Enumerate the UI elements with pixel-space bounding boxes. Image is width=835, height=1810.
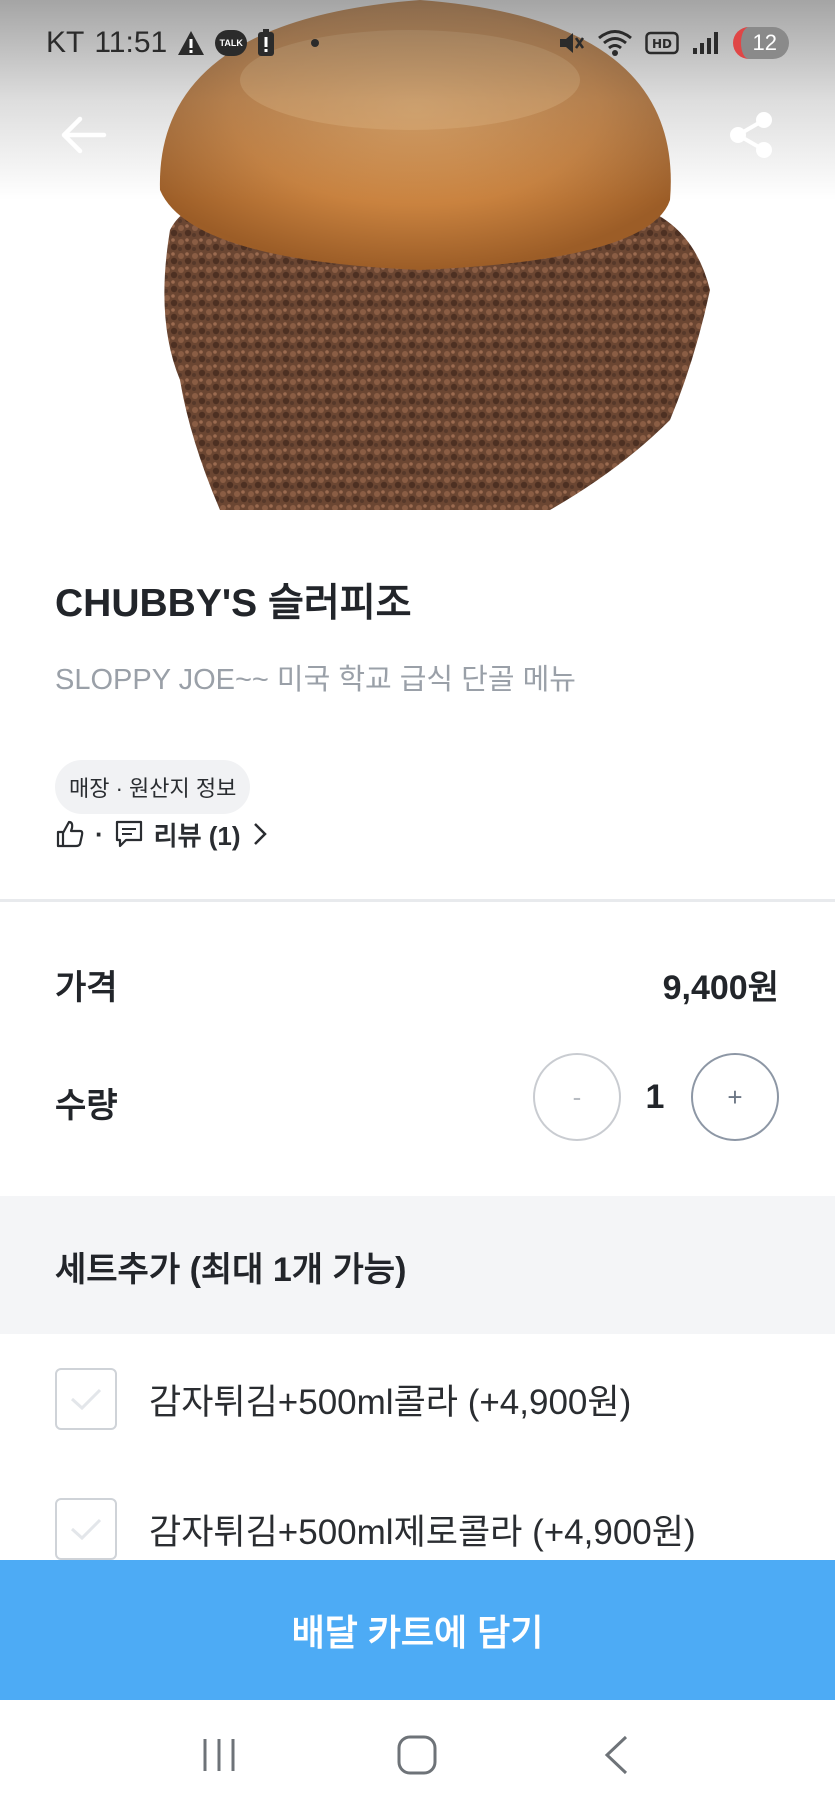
carrier-label: KT: [46, 26, 85, 59]
dot-icon: [311, 39, 320, 47]
talk-icon-label: TALK: [219, 38, 243, 48]
battery-alert-icon: [258, 29, 275, 56]
hd-icon: HD: [644, 31, 679, 55]
like-review-row: · 리뷰 (1): [55, 812, 269, 856]
store-origin-info-chip[interactable]: 매장 · 원산지 정보: [55, 760, 251, 814]
product-description: SLOPPY JOE~~ 미국 학교 급식 단골 메뉴: [55, 664, 576, 696]
signal-icon: [692, 32, 718, 54]
set-option-item[interactable]: 감자튀김+500ml제로콜라 (+4,900원): [55, 1498, 696, 1560]
set-option-checkbox[interactable]: [55, 1368, 117, 1430]
price-label: 가격: [55, 969, 118, 1007]
price-value: 9,400원: [662, 969, 779, 1007]
mute-icon: [559, 33, 584, 53]
arrow-left-icon[interactable]: [58, 110, 108, 160]
check-icon: [70, 1388, 102, 1411]
notification-count-badge: 12: [732, 27, 789, 59]
add-to-cart-button[interactable]: 배달 카트에 담기: [0, 1560, 835, 1700]
chevron-right-icon[interactable]: [251, 820, 269, 848]
thumbs-up-icon[interactable]: [55, 819, 85, 849]
section-divider: [0, 899, 835, 902]
check-icon: [70, 1518, 102, 1541]
share-icon[interactable]: [728, 110, 774, 160]
talk-icon: TALK: [215, 30, 248, 56]
set-option-item[interactable]: 감자튀김+500ml콜라 (+4,900원): [55, 1368, 631, 1430]
review-link[interactable]: 리뷰 (1): [154, 816, 241, 853]
clock: 11:51: [94, 26, 168, 59]
set-option-label: 감자튀김+500ml제로콜라 (+4,900원): [149, 1512, 696, 1552]
home-icon[interactable]: [387, 1725, 447, 1785]
warning-icon: [178, 31, 205, 55]
product-title: CHUBBY'S 슬러피조: [55, 582, 412, 625]
recent-apps-icon[interactable]: [189, 1725, 249, 1785]
separator-dot: ·: [95, 818, 104, 849]
system-nav-bar: [0, 1700, 835, 1810]
quantity-minus-button[interactable]: -: [533, 1053, 621, 1141]
svg-text:HD: HD: [652, 37, 672, 51]
quantity-plus-button[interactable]: +: [691, 1053, 779, 1141]
quantity-label: 수량: [55, 1087, 118, 1125]
set-option-checkbox[interactable]: [55, 1498, 117, 1560]
set-option-label: 감자튀김+500ml콜라 (+4,900원): [149, 1382, 632, 1422]
set-options-title: 세트추가 (최대 1개 가능): [55, 1251, 407, 1289]
back-icon[interactable]: [586, 1725, 646, 1785]
set-options-header: 세트추가 (최대 1개 가능): [0, 1196, 835, 1334]
wifi-icon: [597, 30, 632, 56]
status-bar: KT 11:51 TALK HD 12: [0, 0, 835, 86]
comment-icon: [115, 820, 142, 848]
quantity-value: 1: [645, 1078, 665, 1116]
